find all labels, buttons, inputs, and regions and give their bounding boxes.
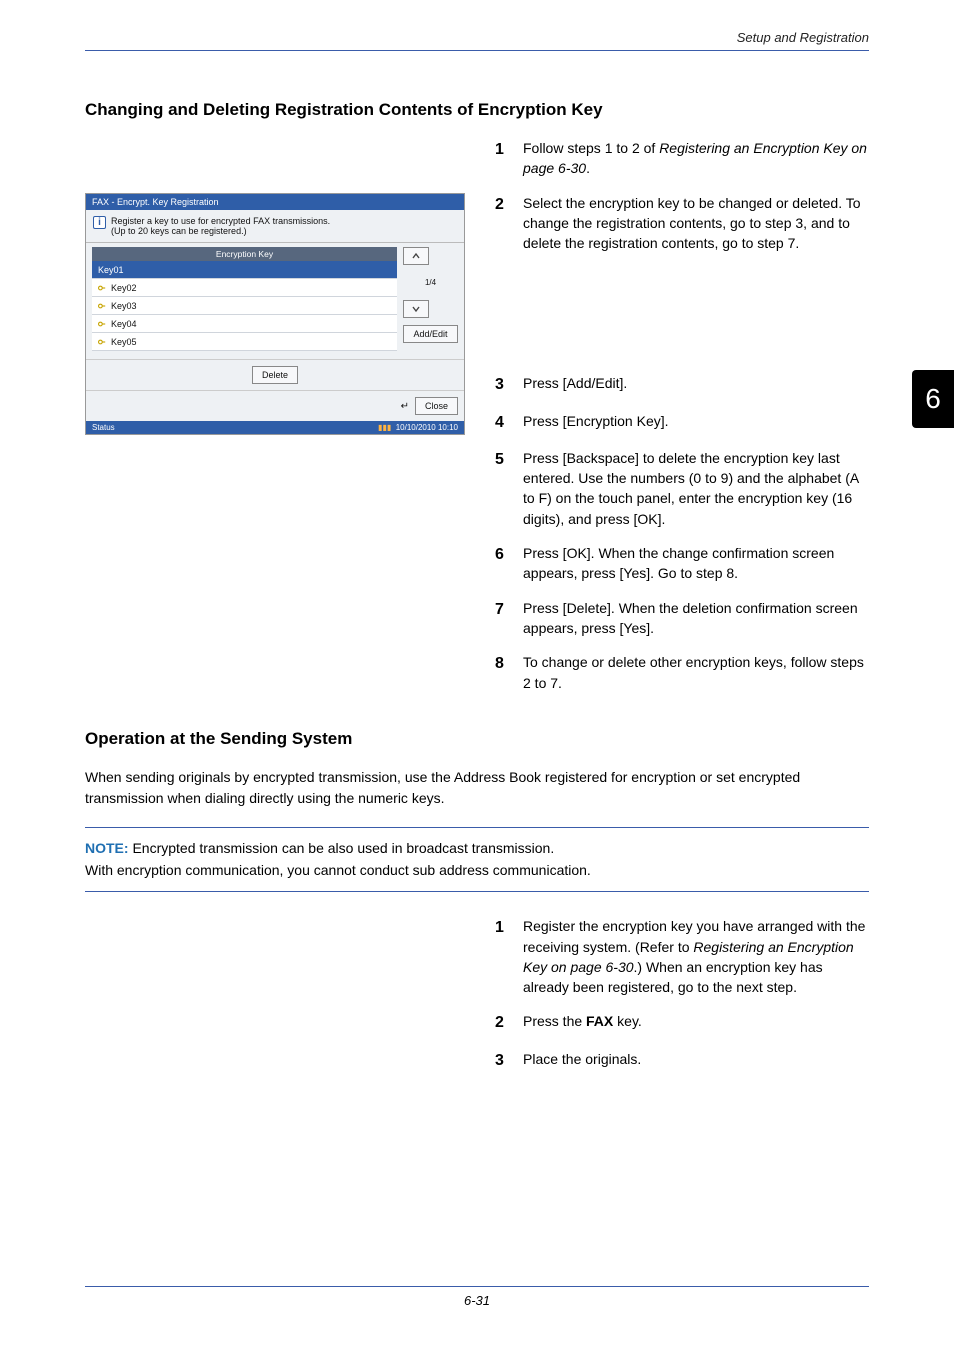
- list-item[interactable]: Key02: [92, 279, 397, 297]
- add-edit-button[interactable]: Add/Edit: [403, 325, 458, 343]
- step-text: Press [Delete]. When the deletion confir…: [523, 598, 869, 639]
- panel-note-line2: (Up to 20 keys can be registered.): [111, 226, 330, 236]
- step-number: 6: [495, 543, 523, 584]
- close-button[interactable]: Close: [415, 397, 458, 415]
- status-label: Status: [92, 423, 115, 432]
- panel-title: FAX - Encrypt. Key Registration: [86, 194, 464, 210]
- list-item[interactable]: Key05: [92, 333, 397, 351]
- step-number: 4: [495, 411, 523, 434]
- step-number: 5: [495, 448, 523, 529]
- step-number: 3: [495, 1049, 523, 1072]
- key-icon: [98, 320, 106, 328]
- header-section-label: Setup and Registration: [737, 30, 869, 45]
- step-number: 1: [495, 138, 523, 179]
- step-text: Place the originals.: [523, 1049, 869, 1072]
- section2-title: Operation at the Sending System: [85, 729, 869, 749]
- list-item[interactable]: Key04: [92, 315, 397, 333]
- step-text: Press [OK]. When the change confirmation…: [523, 543, 869, 584]
- page-footer: 6-31: [85, 1286, 869, 1308]
- step-number: 2: [495, 193, 523, 254]
- note-label: NOTE:: [85, 840, 129, 856]
- key-icon: [98, 338, 106, 346]
- step-text: Press [Encryption Key].: [523, 411, 869, 434]
- step-number: 3: [495, 373, 523, 396]
- section1-title: Changing and Deleting Registration Conte…: [85, 100, 869, 120]
- step-text: Register the encryption key you have arr…: [523, 916, 869, 997]
- step-text: Press [Add/Edit].: [523, 373, 869, 396]
- step-text: Follow steps 1 to 2 of Registering an En…: [523, 138, 869, 179]
- step-number: 8: [495, 652, 523, 693]
- step-text: Select the encryption key to be changed …: [523, 193, 869, 254]
- list-item[interactable]: Key03: [92, 297, 397, 315]
- step-number: 7: [495, 598, 523, 639]
- step-number: 2: [495, 1011, 523, 1034]
- scroll-up-button[interactable]: [403, 247, 429, 265]
- delete-button[interactable]: Delete: [252, 366, 298, 384]
- enter-icon: ↵: [401, 401, 409, 412]
- note-block: NOTE: Encrypted transmission can be also…: [85, 827, 869, 892]
- step-text: Press [Backspace] to delete the encrypti…: [523, 448, 869, 529]
- encryption-panel: FAX - Encrypt. Key Registration i Regist…: [85, 193, 465, 435]
- list-item[interactable]: Key01: [92, 261, 397, 279]
- battery-icon: ▮▮▮: [378, 423, 391, 432]
- chapter-tab: 6: [912, 370, 954, 428]
- scroll-down-button[interactable]: [403, 300, 429, 318]
- info-icon: i: [93, 216, 106, 229]
- step-text: To change or delete other encryption key…: [523, 652, 869, 693]
- step-number: 1: [495, 916, 523, 997]
- page-indicator: 1/4: [403, 268, 458, 297]
- status-timestamp: 10/10/2010 10:10: [396, 423, 458, 432]
- section2-intro: When sending originals by encrypted tran…: [85, 767, 869, 809]
- step-text: Press the FAX key.: [523, 1011, 869, 1034]
- key-icon: [98, 284, 106, 292]
- key-icon: [98, 302, 106, 310]
- list-header: Encryption Key: [92, 247, 397, 261]
- panel-note-line1: Register a key to use for encrypted FAX …: [111, 216, 330, 226]
